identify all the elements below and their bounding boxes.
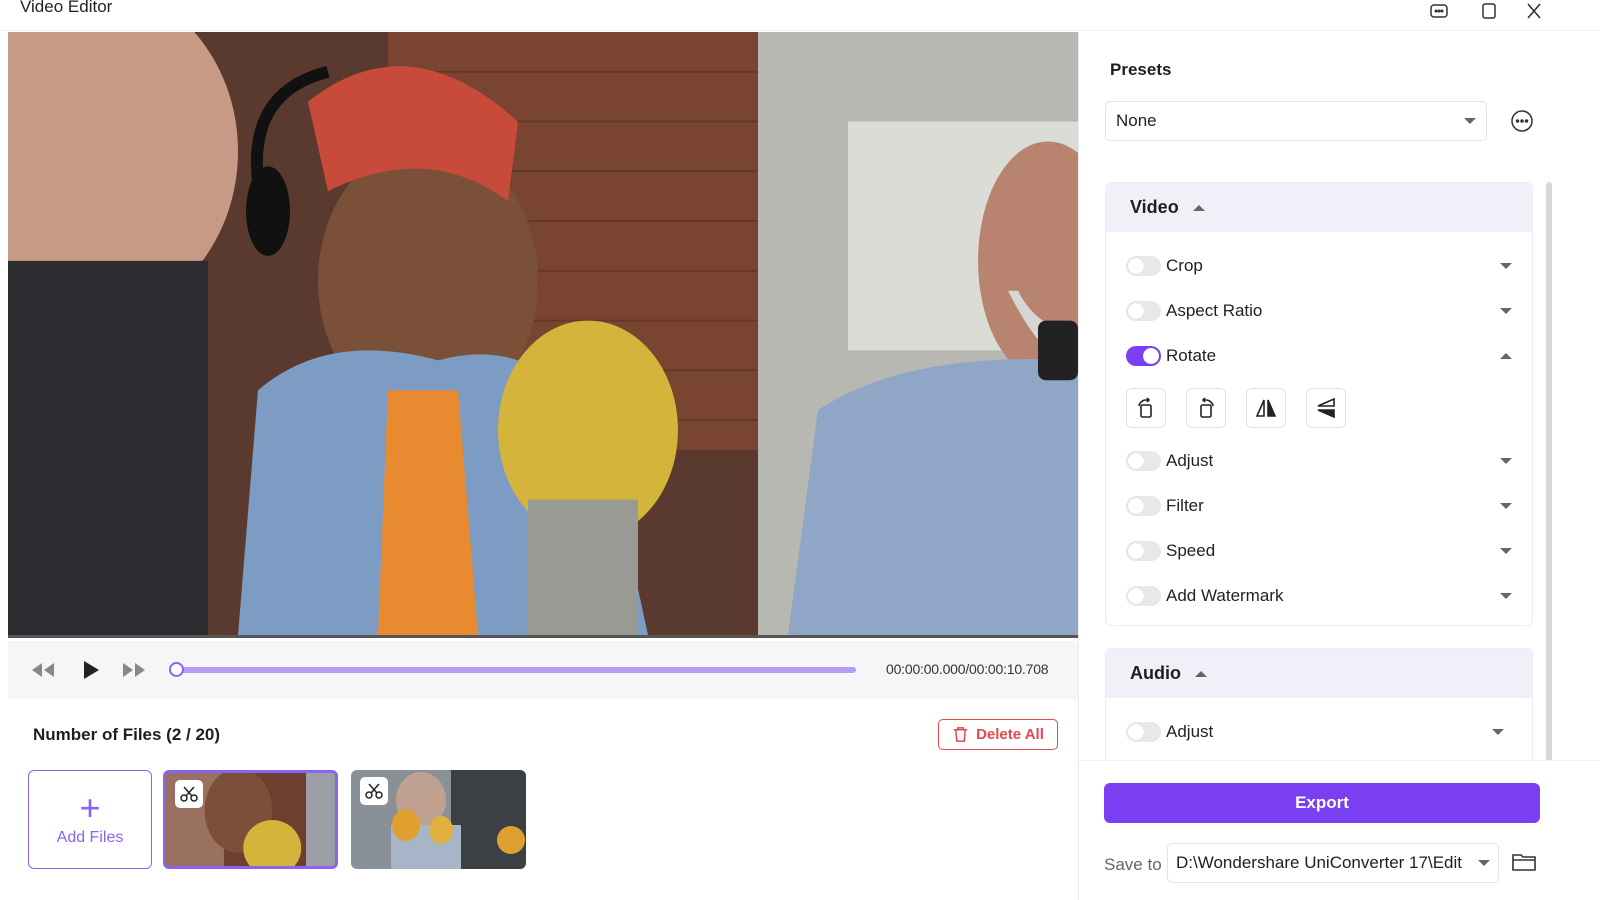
maximize-icon[interactable] bbox=[1476, 0, 1502, 22]
presets-value: None bbox=[1116, 111, 1157, 130]
chevron-down-icon bbox=[1478, 860, 1490, 866]
chevron-down-icon[interactable] bbox=[1492, 729, 1504, 735]
audio-adjust-toggle[interactable] bbox=[1126, 722, 1161, 742]
audio-section-header[interactable]: Audio bbox=[1106, 649, 1532, 698]
chevron-down-icon[interactable] bbox=[1500, 548, 1512, 554]
crop-label: Crop bbox=[1166, 256, 1203, 275]
export-button[interactable]: Export bbox=[1104, 783, 1540, 823]
audio-section: Audio Adjust bbox=[1105, 648, 1533, 768]
save-path-dropdown[interactable]: D:\Wondershare UniConverter 17\Edit bbox=[1167, 843, 1499, 883]
speed-label: Speed bbox=[1166, 541, 1216, 560]
crop-row[interactable]: Crop bbox=[1126, 253, 1518, 279]
rotate-toggle[interactable] bbox=[1126, 346, 1161, 366]
trim-icon[interactable] bbox=[360, 777, 388, 805]
chevron-down-icon[interactable] bbox=[1500, 308, 1512, 314]
file-thumbnail[interactable] bbox=[163, 770, 338, 869]
speed-row[interactable]: Speed bbox=[1126, 538, 1518, 564]
video-preview[interactable] bbox=[8, 32, 1078, 638]
panel-scrollbar[interactable] bbox=[1546, 182, 1552, 802]
trim-icon[interactable] bbox=[175, 780, 203, 808]
adjust-row[interactable]: Adjust bbox=[1126, 448, 1518, 474]
rewind-icon[interactable] bbox=[30, 658, 56, 682]
speed-toggle[interactable] bbox=[1126, 541, 1161, 561]
chevron-up-icon[interactable] bbox=[1500, 353, 1512, 359]
trash-icon bbox=[953, 727, 968, 742]
fast-forward-icon[interactable] bbox=[121, 658, 147, 682]
filter-label: Filter bbox=[1166, 496, 1204, 515]
chevron-down-icon bbox=[1464, 118, 1476, 124]
aspect-ratio-label: Aspect Ratio bbox=[1166, 301, 1263, 320]
chevron-down-icon[interactable] bbox=[1500, 263, 1512, 269]
watermark-toggle[interactable] bbox=[1126, 586, 1161, 606]
filter-toggle[interactable] bbox=[1126, 496, 1161, 516]
folder-icon[interactable] bbox=[1511, 850, 1537, 874]
rotate-label: Rotate bbox=[1166, 346, 1217, 365]
close-icon[interactable] bbox=[1521, 0, 1547, 22]
filter-row[interactable]: Filter bbox=[1126, 493, 1518, 519]
title-bar: Video Editor bbox=[0, 0, 1600, 31]
audio-section-title: Audio bbox=[1130, 663, 1181, 683]
video-frame bbox=[8, 32, 1078, 635]
feedback-icon[interactable] bbox=[1426, 0, 1452, 22]
time-readout: 00:00:00.000/00:00:10.708 bbox=[886, 661, 1049, 677]
plus-icon: + bbox=[79, 786, 101, 828]
rotate-controls bbox=[1126, 388, 1426, 428]
timeline-slider[interactable] bbox=[176, 667, 856, 673]
playback-bar: 00:00:00.000/00:00:10.708 bbox=[8, 641, 1078, 699]
delete-all-label: Delete All bbox=[976, 726, 1044, 743]
save-path-value: D:\Wondershare UniConverter 17\Edit bbox=[1176, 853, 1462, 872]
save-to-label: Save to bbox=[1104, 855, 1162, 874]
chevron-down-icon[interactable] bbox=[1500, 593, 1512, 599]
video-section: Video Crop Aspect Ratio Rotate Adjust Fi… bbox=[1105, 182, 1533, 626]
window-title: Video Editor bbox=[20, 0, 113, 16]
flip-horizontal-icon[interactable] bbox=[1246, 388, 1286, 428]
add-files-button[interactable]: + Add Files bbox=[28, 770, 152, 869]
watermark-row[interactable]: Add Watermark bbox=[1126, 583, 1518, 609]
rotate-left-icon[interactable] bbox=[1126, 388, 1166, 428]
flip-vertical-icon[interactable] bbox=[1306, 388, 1346, 428]
file-count-label: Number of Files (2 / 20) bbox=[33, 725, 221, 744]
chevron-up-icon bbox=[1192, 204, 1205, 211]
chevron-down-icon[interactable] bbox=[1500, 458, 1512, 464]
delete-all-button[interactable]: Delete All bbox=[938, 719, 1058, 750]
audio-adjust-label: Adjust bbox=[1166, 722, 1214, 741]
play-icon[interactable] bbox=[78, 658, 104, 682]
rotate-right-icon[interactable] bbox=[1186, 388, 1226, 428]
presets-dropdown[interactable]: None bbox=[1105, 101, 1487, 141]
add-files-label: Add Files bbox=[56, 828, 124, 846]
watermark-label: Add Watermark bbox=[1166, 586, 1284, 605]
adjust-toggle[interactable] bbox=[1126, 451, 1161, 471]
file-thumbnail[interactable] bbox=[351, 770, 526, 869]
more-options-icon[interactable] bbox=[1510, 109, 1534, 133]
audio-adjust-row[interactable]: Adjust bbox=[1126, 719, 1518, 745]
export-footer: Export Save to D:\Wondershare UniConvert… bbox=[1079, 760, 1600, 900]
settings-panel: Presets None Video Crop Aspect Ratio Rot… bbox=[1078, 32, 1600, 900]
adjust-label: Adjust bbox=[1166, 451, 1214, 470]
rotate-row[interactable]: Rotate bbox=[1126, 343, 1518, 369]
video-section-title: Video bbox=[1130, 197, 1179, 217]
aspect-ratio-toggle[interactable] bbox=[1126, 301, 1161, 321]
timeline-handle[interactable] bbox=[169, 662, 184, 677]
aspect-ratio-row[interactable]: Aspect Ratio bbox=[1126, 298, 1518, 324]
chevron-up-icon bbox=[1195, 670, 1207, 677]
chevron-down-icon[interactable] bbox=[1500, 503, 1512, 509]
presets-label: Presets bbox=[1110, 60, 1172, 79]
crop-toggle[interactable] bbox=[1126, 256, 1161, 276]
video-section-header[interactable]: Video bbox=[1106, 183, 1532, 232]
